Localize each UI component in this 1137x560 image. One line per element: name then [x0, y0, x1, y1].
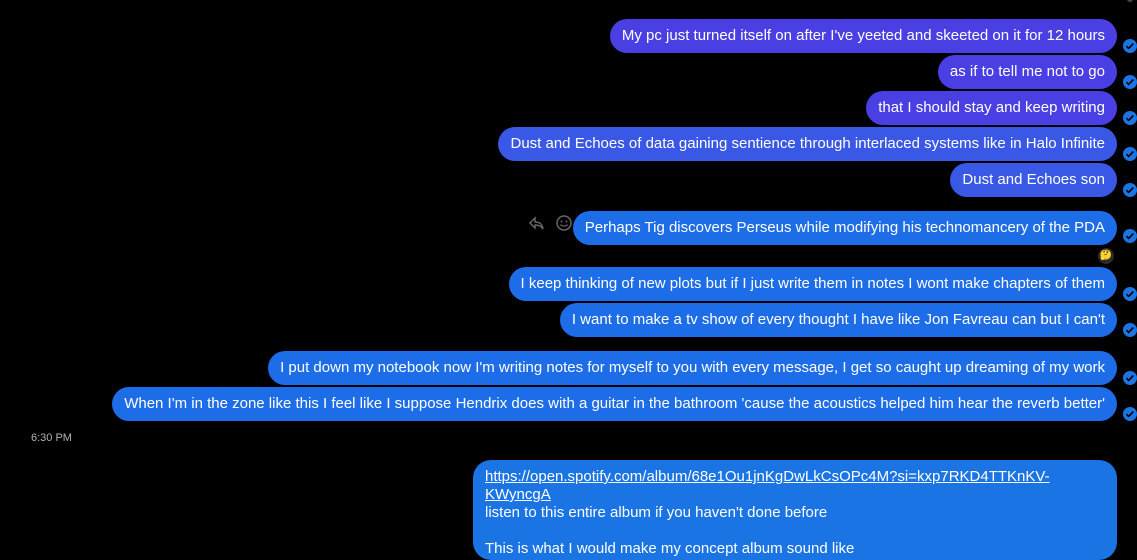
message-bubble[interactable]: that I should stay and keep writing: [866, 91, 1117, 125]
delivered-check-icon: [1123, 75, 1137, 89]
thinking-face-icon: 🤔: [1099, 250, 1113, 261]
delivered-check-icon: [1123, 111, 1137, 125]
delivered-check-icon: [1123, 287, 1137, 301]
delivered-check-icon: [1123, 39, 1137, 53]
message-bubble[interactable]: I want to make a tv show of every though…: [559, 303, 1117, 337]
delivered-check-icon: [1123, 147, 1137, 161]
delivered-check-icon: [1123, 229, 1137, 243]
delivered-check-icon: [1123, 323, 1137, 337]
reaction-badge[interactable]: 🤔: [1098, 248, 1114, 264]
message-bubble[interactable]: My pc just turned itself on after I've y…: [609, 19, 1117, 53]
message-bubble[interactable]: Dust and Echoes of data gaining sentienc…: [498, 127, 1117, 161]
delivered-check-icon: [1123, 407, 1137, 421]
link-message-bubble[interactable]: https://open.spotify.com/album/68e1Ou1jn…: [473, 460, 1117, 560]
message-bubble[interactable]: Perhaps Tig discovers Perseus while modi…: [572, 211, 1117, 245]
message-bubble[interactable]: When I'm in the zone like this I feel li…: [112, 387, 1117, 421]
delivered-check-icon: [1123, 371, 1137, 385]
spotify-link[interactable]: https://open.spotify.com/album/68e1Ou1jn…: [485, 468, 1050, 503]
message-bubble[interactable]: I keep thinking of new plots but if I ju…: [508, 267, 1117, 301]
message-bubble[interactable]: Dust and Echoes son: [950, 163, 1117, 197]
top-dot: [1127, 0, 1133, 2]
timestamp: 6:30 PM: [31, 432, 72, 444]
message-line: This is what I would make my concept alb…: [485, 540, 855, 557]
message-line: listen to this entire album if you haven…: [485, 504, 828, 521]
message-bubble[interactable]: I put down my notebook now I'm writing n…: [268, 351, 1117, 385]
delivered-check-icon: [1123, 183, 1137, 197]
message-bubble[interactable]: as if to tell me not to go: [937, 55, 1117, 89]
reply-icon[interactable]: [527, 214, 545, 232]
message-actions: [527, 214, 573, 232]
emoji-react-icon[interactable]: [555, 214, 573, 232]
